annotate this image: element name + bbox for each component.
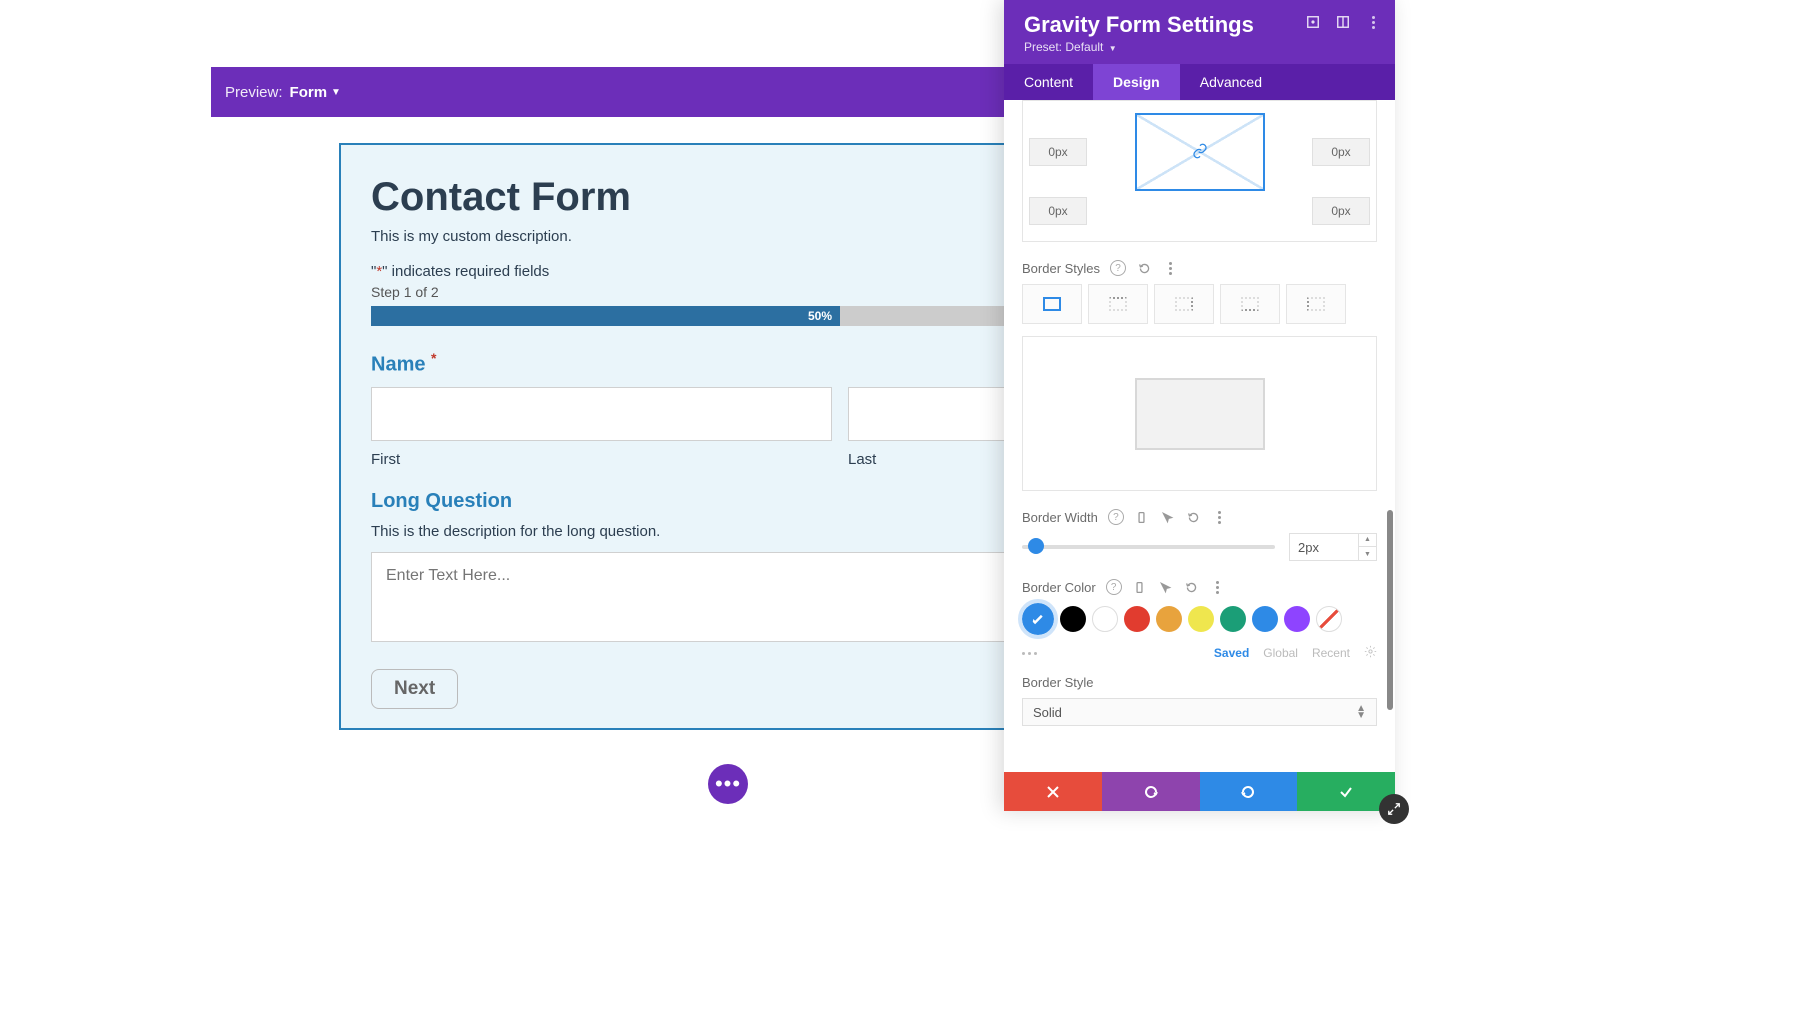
more-colors-icon[interactable] bbox=[1022, 652, 1037, 655]
scrollbar[interactable] bbox=[1387, 510, 1393, 710]
color-swatch[interactable] bbox=[1092, 606, 1118, 632]
mobile-icon[interactable] bbox=[1134, 509, 1150, 525]
first-name-input[interactable] bbox=[371, 387, 832, 441]
border-all-button[interactable] bbox=[1022, 284, 1082, 324]
more-actions-button[interactable]: ••• bbox=[708, 764, 748, 804]
color-swatches bbox=[1022, 603, 1377, 635]
panel-tabs: Content Design Advanced bbox=[1004, 64, 1395, 100]
palette-saved[interactable]: Saved bbox=[1214, 646, 1249, 660]
layout-icon[interactable] bbox=[1335, 14, 1351, 30]
help-icon[interactable]: ? bbox=[1110, 260, 1126, 276]
margin-top-input[interactable]: 0px bbox=[1029, 138, 1087, 166]
help-icon[interactable]: ? bbox=[1108, 509, 1124, 525]
help-icon[interactable]: ? bbox=[1106, 579, 1122, 595]
settings-panel: Gravity Form Settings Preset: Default ▼ … bbox=[1004, 0, 1395, 811]
border-width-label: Border Width bbox=[1022, 510, 1098, 525]
more-icon[interactable] bbox=[1162, 260, 1178, 276]
tab-advanced[interactable]: Advanced bbox=[1180, 64, 1282, 100]
border-style-select[interactable]: Solid ▲▼ bbox=[1022, 698, 1377, 726]
border-style-picker bbox=[1022, 284, 1377, 324]
color-swatch-none[interactable] bbox=[1316, 606, 1342, 632]
color-swatch[interactable] bbox=[1060, 606, 1086, 632]
more-icon[interactable] bbox=[1365, 14, 1381, 30]
border-right-button[interactable] bbox=[1154, 284, 1214, 324]
color-swatch-active[interactable] bbox=[1022, 603, 1054, 635]
preview-label: Preview: bbox=[225, 84, 283, 101]
tab-design[interactable]: Design bbox=[1093, 64, 1180, 100]
link-sides-toggle[interactable] bbox=[1135, 113, 1265, 191]
expand-icon[interactable] bbox=[1305, 14, 1321, 30]
panel-header: Gravity Form Settings Preset: Default ▼ bbox=[1004, 0, 1395, 64]
link-icon bbox=[1192, 143, 1208, 162]
first-sublabel: First bbox=[371, 451, 832, 468]
slider-thumb[interactable] bbox=[1028, 538, 1044, 554]
tab-content[interactable]: Content bbox=[1004, 64, 1093, 100]
more-icon[interactable] bbox=[1210, 579, 1226, 595]
reset-icon[interactable] bbox=[1186, 509, 1202, 525]
mobile-icon[interactable] bbox=[1132, 579, 1148, 595]
color-swatch[interactable] bbox=[1284, 606, 1310, 632]
border-left-button[interactable] bbox=[1286, 284, 1346, 324]
chevron-down-icon: ▼ bbox=[331, 87, 341, 98]
border-top-button[interactable] bbox=[1088, 284, 1148, 324]
next-button[interactable]: Next bbox=[371, 669, 458, 709]
color-swatch[interactable] bbox=[1220, 606, 1246, 632]
border-styles-label: Border Styles bbox=[1022, 261, 1100, 276]
redo-button[interactable] bbox=[1200, 772, 1298, 811]
action-bar bbox=[1004, 772, 1395, 811]
progress-fill: 50% bbox=[371, 306, 840, 326]
undo-button[interactable] bbox=[1102, 772, 1200, 811]
reset-icon[interactable] bbox=[1136, 260, 1152, 276]
preview-value: Form bbox=[290, 84, 328, 101]
more-icon[interactable] bbox=[1212, 509, 1228, 525]
border-preview bbox=[1022, 336, 1377, 491]
hover-icon[interactable] bbox=[1160, 509, 1176, 525]
color-swatch[interactable] bbox=[1252, 606, 1278, 632]
stepper-up[interactable]: ▲ bbox=[1359, 533, 1376, 547]
palette-recent[interactable]: Recent bbox=[1312, 646, 1350, 660]
margin-right-input[interactable]: 0px bbox=[1312, 138, 1370, 166]
expand-fab[interactable] bbox=[1379, 794, 1409, 824]
panel-body: 0px 0px 0px 0px Border Styles ? bbox=[1004, 100, 1395, 772]
border-width-slider[interactable] bbox=[1022, 545, 1275, 549]
reset-icon[interactable] bbox=[1184, 579, 1200, 595]
margin-bottom-input[interactable]: 0px bbox=[1312, 197, 1370, 225]
cancel-button[interactable] bbox=[1004, 772, 1102, 811]
border-color-label: Border Color bbox=[1022, 580, 1096, 595]
hover-icon[interactable] bbox=[1158, 579, 1174, 595]
margin-left-input[interactable]: 0px bbox=[1029, 197, 1087, 225]
border-style-label: Border Style bbox=[1022, 675, 1094, 690]
border-bottom-button[interactable] bbox=[1220, 284, 1280, 324]
stepper-down[interactable]: ▼ bbox=[1359, 547, 1376, 561]
border-width-input[interactable]: 2px▲▼ bbox=[1289, 533, 1377, 561]
palette-global[interactable]: Global bbox=[1263, 646, 1298, 660]
spacing-control: 0px 0px 0px 0px bbox=[1022, 100, 1377, 242]
preset-dropdown[interactable]: Preset: Default ▼ bbox=[1024, 40, 1375, 54]
color-swatch[interactable] bbox=[1188, 606, 1214, 632]
gear-icon[interactable] bbox=[1364, 645, 1377, 661]
color-swatch[interactable] bbox=[1124, 606, 1150, 632]
color-swatch[interactable] bbox=[1156, 606, 1182, 632]
